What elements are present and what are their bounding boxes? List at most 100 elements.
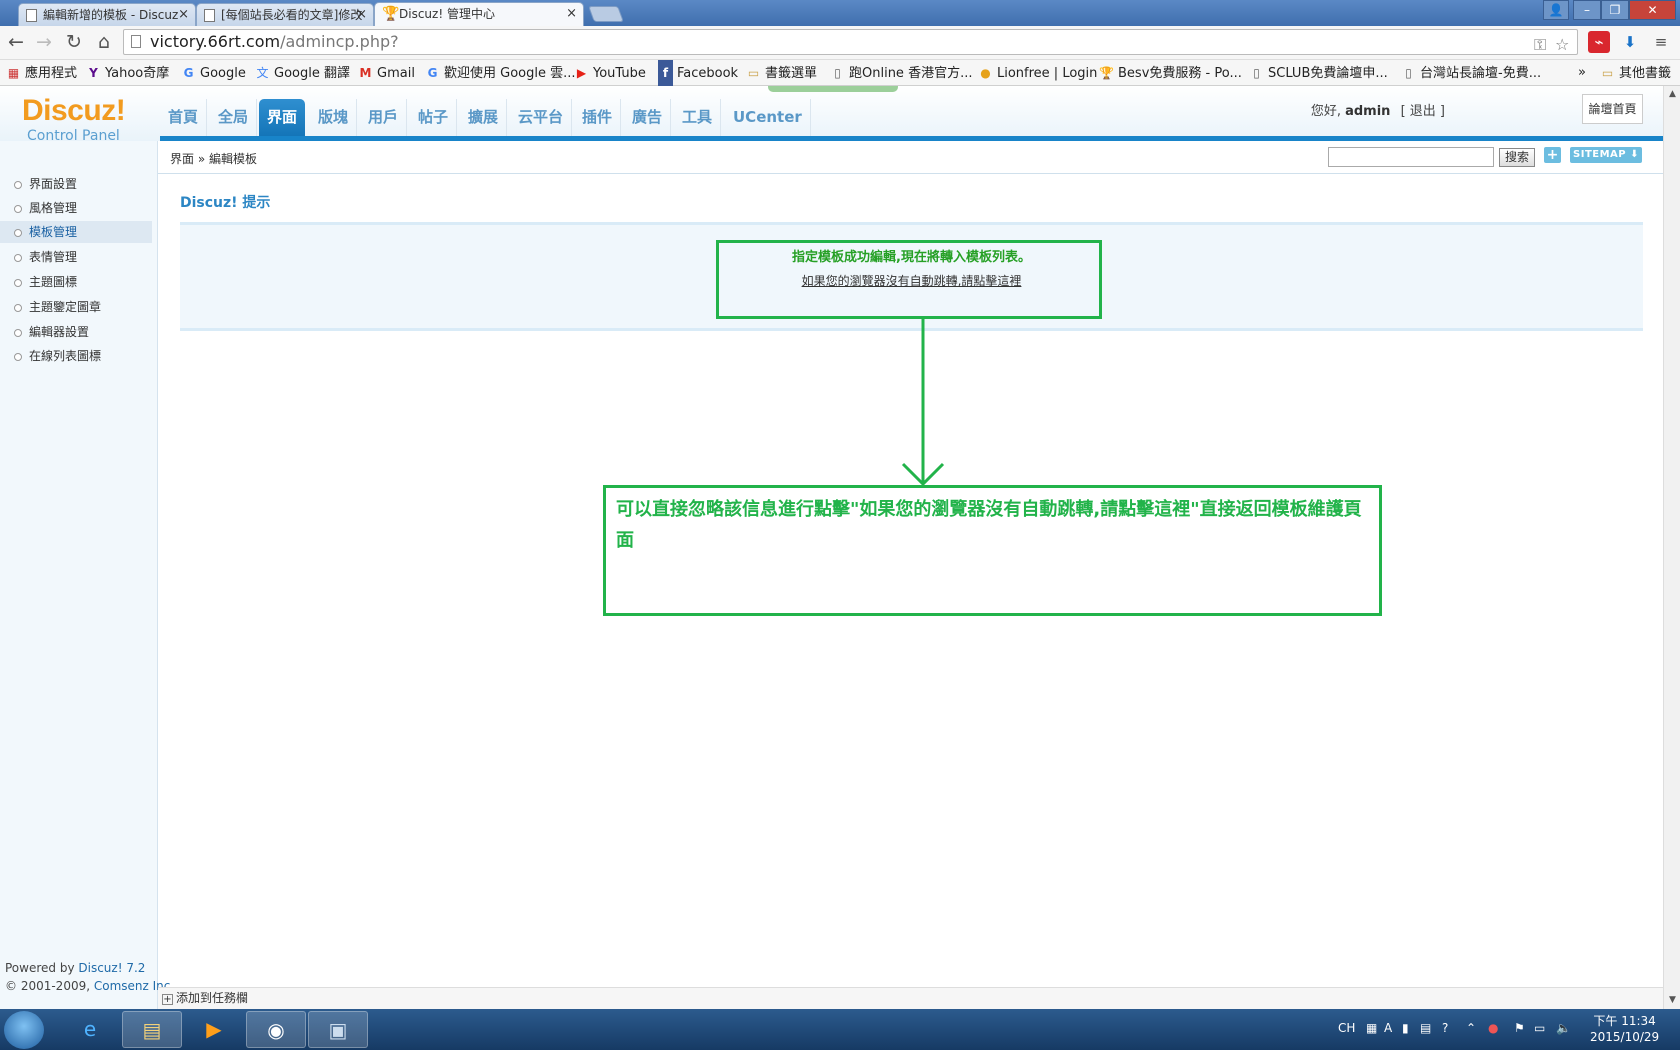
nav-tools[interactable]: 工具 <box>674 99 722 136</box>
sitemap-button[interactable]: SITEMAP ⬇ <box>1570 147 1642 163</box>
close-tab-icon[interactable]: × <box>356 4 367 26</box>
bookmark-google-cloud[interactable]: G 歡迎使用 Google 雲... <box>425 60 576 86</box>
chrome-icon[interactable]: ◉ <box>246 1011 306 1048</box>
google-icon: G <box>183 66 194 80</box>
antivirus-icon[interactable]: ● <box>1488 1021 1498 1035</box>
nav-posts[interactable]: 帖子 <box>410 99 458 136</box>
back-icon[interactable]: ← <box>5 31 27 53</box>
user-profile-icon[interactable]: 👤 <box>1543 0 1569 20</box>
volume-icon[interactable]: 🔈 <box>1556 1021 1571 1035</box>
bookmark-star-icon[interactable]: ☆ <box>1555 33 1569 57</box>
network-icon[interactable]: ▭ <box>1534 1021 1545 1035</box>
language-indicator[interactable]: CH <box>1338 1021 1355 1035</box>
bookmark-facebook[interactable]: f Facebook <box>658 60 738 86</box>
bookmarks-overflow-button[interactable]: » <box>1578 60 1586 86</box>
sidebar-item-thread-icons[interactable]: 主題圖標 <box>0 271 152 293</box>
bookmark-sclub[interactable]: ▯ SCLUB免費論壇申... <box>1249 60 1388 86</box>
browser-tab-1[interactable]: 編輯新增的模板 - Discuz × <box>18 3 196 26</box>
bookmark-lionfree[interactable]: ● Lionfree | Login <box>978 60 1097 86</box>
minimize-icon[interactable]: – <box>1573 0 1601 20</box>
nav-ucenter[interactable]: UCenter <box>725 99 811 136</box>
nav-extend[interactable]: 擴展 <box>460 99 508 136</box>
tray-window-icon[interactable]: ▤ <box>1420 1021 1431 1035</box>
translate-icon: 文 <box>256 66 269 80</box>
action-center-flag-icon[interactable]: ⚑ <box>1514 1021 1525 1035</box>
bookmark-online-hk[interactable]: ▯ 跑Online 香港官方... <box>830 60 972 86</box>
nav-cloud[interactable]: 云平台 <box>510 99 573 136</box>
bookmark-label: Yahoo奇摩 <box>105 66 170 81</box>
key-icon[interactable]: ⚿ <box>1534 33 1546 57</box>
trophy-icon: 🏆 <box>1099 66 1114 80</box>
bookmark-label: 台灣站長論壇-免費... <box>1420 66 1542 81</box>
windows-taskbar: e ▤ ▶ ◉ ▣ CH ▦ A ▮ ▤ ? ⌃ ● ⚑ ▭ 🔈 下午 11:3… <box>0 1009 1680 1050</box>
close-tab-icon[interactable]: × <box>566 3 577 25</box>
reload-icon[interactable]: ↻ <box>63 31 85 53</box>
extension-icon[interactable]: ⌁ <box>1588 31 1610 53</box>
nav-plugins[interactable]: 插件 <box>574 99 622 136</box>
clock-time: 下午 11:34 <box>1593 1014 1656 1028</box>
search-button[interactable]: 搜索 <box>1499 148 1535 167</box>
bookmark-gmail[interactable]: M Gmail <box>358 60 415 86</box>
bookmark-folder[interactable]: ▭ 書籤選單 <box>746 60 817 86</box>
download-icon[interactable]: ⬇ <box>1619 31 1641 53</box>
status-bar: + 添加到任務欄 <box>158 987 1663 1009</box>
ime-icon[interactable]: ▦ <box>1366 1021 1377 1035</box>
sidebar-item-thread-stamps[interactable]: 主題鑒定圖章 <box>0 296 152 318</box>
restore-icon[interactable]: ❐ <box>1601 0 1629 20</box>
nav-interface[interactable]: 界面 <box>259 99 306 136</box>
sidebar-item-template-management[interactable]: 模板管理 <box>0 221 152 243</box>
home-icon[interactable]: ⌂ <box>93 31 115 53</box>
search-input[interactable] <box>1328 147 1494 167</box>
show-hidden-icons-icon[interactable]: ⌃ <box>1466 1021 1476 1035</box>
sidebar-item-smilies[interactable]: 表情管理 <box>0 246 152 268</box>
copyright-prefix: © 2001-2009, <box>5 979 94 993</box>
font-icon[interactable]: A <box>1384 1021 1392 1035</box>
forum-home-button[interactable]: 論壇首頁 <box>1582 94 1643 124</box>
browser-tab-3-active[interactable]: 🏆 Discuz! 管理中心 × <box>374 2 584 26</box>
sidebar-item-interface-settings[interactable]: 界面設置 <box>0 173 152 195</box>
bookmark-yahoo[interactable]: Y Yahoo奇摩 <box>86 60 169 86</box>
windows-start-icon[interactable] <box>4 1011 44 1049</box>
nav-global[interactable]: 全局 <box>210 99 258 136</box>
nav-users[interactable]: 用戶 <box>360 99 408 136</box>
bookmark-tw-webmaster[interactable]: ▯ 台灣站長論壇-免費... <box>1401 60 1541 86</box>
add-icon[interactable]: + <box>162 994 173 1005</box>
nav-ads[interactable]: 廣告 <box>624 99 672 136</box>
bookmark-apps[interactable]: ▦ 應用程式 <box>6 60 77 86</box>
admin-header: Discuz! Control Panel 首頁 全局 界面 版塊 用戶 帖子 … <box>0 86 1663 144</box>
close-tab-icon[interactable]: × <box>178 4 189 26</box>
media-player-icon[interactable]: ▶ <box>184 1011 244 1048</box>
nav-home[interactable]: 首頁 <box>160 99 208 136</box>
sidebar-item-style-management[interactable]: 風格管理 <box>0 197 152 219</box>
bookmark-besv[interactable]: 🏆 Besv免費服務 - Po... <box>1099 60 1242 86</box>
add-to-taskbar-label[interactable]: 添加到任務欄 <box>176 991 248 1005</box>
browser-tab-2[interactable]: [每個站長必看的文章]修改 × <box>196 3 374 26</box>
forward-icon[interactable]: → <box>33 31 55 53</box>
page-icon: ▯ <box>834 66 841 80</box>
bookmark-google-translate[interactable]: 文 Google 翻譯 <box>255 60 350 86</box>
keyboard-icon[interactable]: ▮ <box>1402 1021 1409 1035</box>
vertical-scrollbar[interactable]: ▲ ▼ <box>1663 86 1680 1009</box>
ie-icon[interactable]: e <box>60 1011 120 1048</box>
file-explorer-icon[interactable]: ▤ <box>122 1011 182 1048</box>
menu-icon[interactable]: ≡ <box>1650 31 1672 53</box>
address-bar[interactable]: victory.66rt.com/admincp.php? ⚿ ☆ <box>123 29 1578 55</box>
bookmark-google[interactable]: G Google <box>181 60 246 86</box>
sidebar-item-online-icons[interactable]: 在線列表圖標 <box>0 345 152 367</box>
system-clock[interactable]: 下午 11:34 2015/10/29 <box>1590 1013 1659 1045</box>
bookmark-youtube[interactable]: ▶ YouTube <box>574 60 646 86</box>
discuz-logo[interactable]: Discuz! <box>22 94 126 128</box>
close-window-icon[interactable]: ✕ <box>1629 0 1676 20</box>
nav-forums[interactable]: 版塊 <box>310 99 358 136</box>
discuz-version-link[interactable]: Discuz! 7.2 <box>78 961 145 975</box>
logout-link[interactable]: [ 退出 ] <box>1401 104 1445 119</box>
new-tab-button[interactable] <box>588 6 624 22</box>
image-viewer-icon[interactable]: ▣ <box>308 1011 368 1048</box>
other-bookmarks[interactable]: ▭ 其他書籤 <box>1600 60 1671 86</box>
bookmark-label: Besv免費服務 - Po... <box>1118 66 1242 81</box>
scroll-up-icon[interactable]: ▲ <box>1664 86 1680 103</box>
add-shortcut-button[interactable]: + <box>1544 147 1561 163</box>
scroll-down-icon[interactable]: ▼ <box>1664 992 1680 1009</box>
help-icon[interactable]: ? <box>1442 1021 1448 1035</box>
sidebar-item-editor-settings[interactable]: 編輯器設置 <box>0 321 152 343</box>
